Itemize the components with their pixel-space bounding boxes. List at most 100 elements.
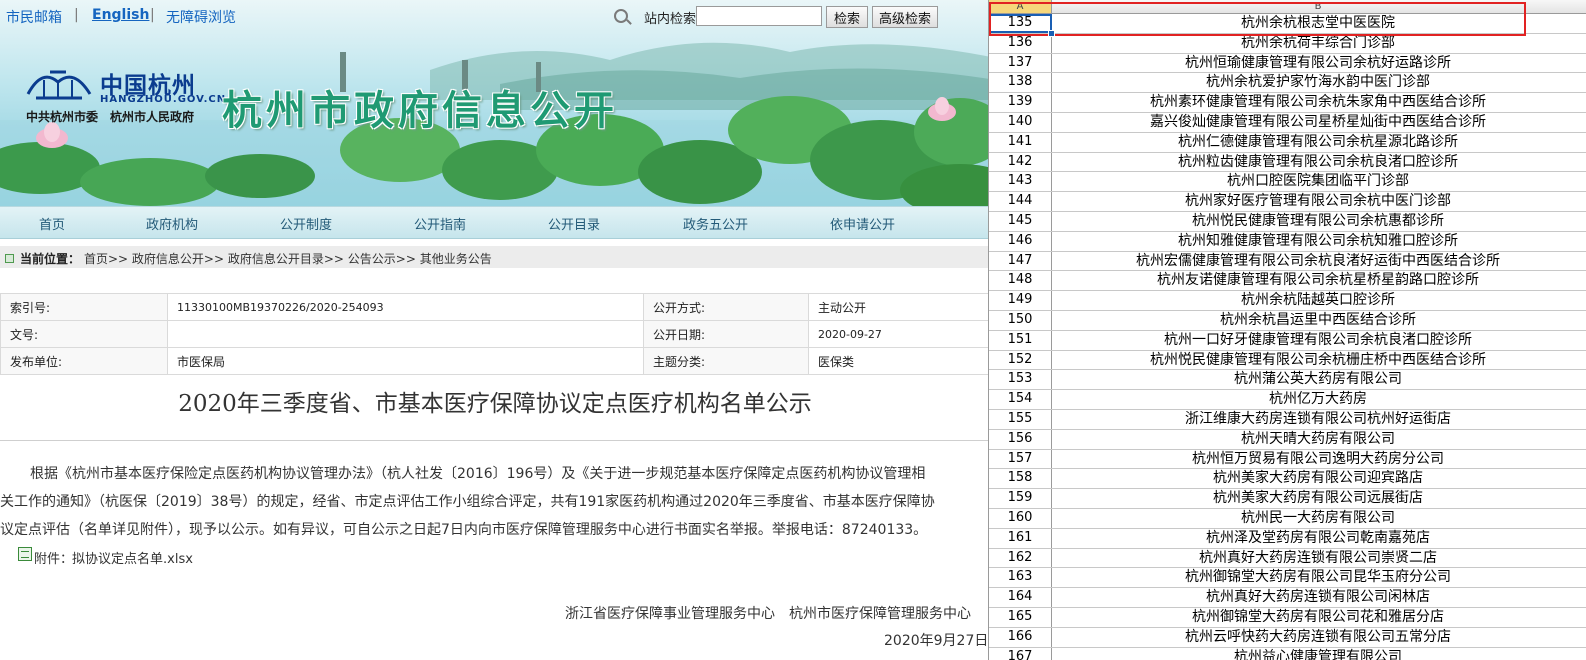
row-number-cell[interactable]: 157 [989,449,1052,469]
institution-name-cell[interactable]: 杭州真好大药房连锁有限公司崇贤二店 [1052,549,1584,568]
institution-name-cell[interactable]: 杭州余杭爱护家竹海水韵中医门诊部 [1052,73,1584,92]
sheet-row[interactable]: 166 杭州云呼快药大药房连锁有限公司五常分店 [989,627,1586,648]
sheet-row[interactable]: 140 嘉兴俊灿健康管理有限公司星桥星灿街中西医结合诊所 [989,112,1586,133]
sheet-row[interactable]: 153 杭州蒲公英大药房有限公司 [989,370,1586,391]
institution-name-cell[interactable]: 杭州美家大药房有限公司远展街店 [1052,489,1584,508]
institution-name-cell[interactable]: 杭州仁德健康管理有限公司余杭星源北路诊所 [1052,133,1584,152]
sheet-row[interactable]: 165 杭州御锦堂大药房有限公司花和雅居分店 [989,607,1586,628]
row-number-cell[interactable]: 150 [989,310,1052,330]
nav-on-request[interactable]: 依申请公开 [830,214,895,233]
row-number-cell[interactable]: 146 [989,231,1052,251]
advanced-search-button[interactable]: 高级检索 [872,6,938,28]
row-number-cell[interactable]: 144 [989,192,1052,211]
attachment-link[interactable]: 拟协议定点名单.xlsx [72,548,193,567]
institution-name-cell[interactable]: 杭州粒齿健康管理有限公司余杭良渚口腔诊所 [1052,153,1584,172]
row-number-cell[interactable]: 156 [989,429,1052,449]
row-number-cell[interactable]: 166 [989,627,1052,647]
row-number-cell[interactable]: 167 [989,647,1052,660]
institution-name-cell[interactable]: 嘉兴俊灿健康管理有限公司星桥星灿街中西医结合诊所 [1052,113,1584,132]
sheet-row[interactable]: 163 杭州御锦堂大药房有限公司昆华玉府分公司 [989,568,1586,589]
sheet-row[interactable]: 144 杭州家好医疗管理有限公司余杭中医门诊部 [989,192,1586,212]
institution-name-cell[interactable]: 杭州余杭陆越英口腔诊所 [1052,291,1584,310]
institution-name-cell[interactable]: 杭州悦民健康管理有限公司余杭栅庄桥中西医结合诊所 [1052,351,1584,370]
row-number-cell[interactable]: 158 [989,469,1052,489]
sheet-row[interactable]: 154 杭州亿万大药房 [989,390,1586,410]
citizen-mail-link[interactable]: 市民邮箱 [6,7,62,27]
row-number-cell[interactable]: 141 [989,132,1052,152]
sheet-row[interactable]: 162 杭州真好大药房连锁有限公司崇贤二店 [989,548,1586,569]
row-number-cell[interactable]: 162 [989,548,1052,568]
row-number-cell[interactable]: 151 [989,330,1052,350]
institution-name-cell[interactable]: 杭州余杭荷丰综合门诊部 [1052,34,1584,53]
sheet-row[interactable]: 164 杭州真好大药房连锁有限公司闲林店 [989,588,1586,608]
institution-name-cell[interactable]: 杭州恒瑜健康管理有限公司余杭好运路诊所 [1052,54,1584,73]
site-search-input[interactable] [696,6,822,26]
nav-home[interactable]: 首页 [39,214,65,233]
nav-disclosure-catalog[interactable]: 公开目录 [548,214,600,233]
institution-name-cell[interactable]: 杭州口腔医院集团临平门诊部 [1052,172,1584,191]
sheet-row[interactable]: 142 杭州粒齿健康管理有限公司余杭良渚口腔诊所 [989,152,1586,173]
nav-disclosure-rules[interactable]: 公开制度 [280,214,332,233]
sheet-row[interactable]: 160 杭州民一大药房有限公司 [989,508,1586,529]
institution-name-cell[interactable]: 杭州御锦堂大药房有限公司花和雅居分店 [1052,608,1584,627]
breadcrumb-path[interactable]: 首页>> 政府信息公开>> 政府信息公开目录>> 公告公示>> 其他业务公告 [84,250,492,267]
sheet-row[interactable]: 139 杭州素环健康管理有限公司余杭朱家角中西医结合诊所 [989,93,1586,113]
row-number-cell[interactable]: 148 [989,271,1052,291]
sheet-row[interactable]: 157 杭州恒万贸易有限公司逸明大药房分公司 [989,449,1586,470]
institution-name-cell[interactable]: 杭州一口好牙健康管理有限公司余杭良渚口腔诊所 [1052,331,1584,350]
sheet-row[interactable]: 152 杭州悦民健康管理有限公司余杭栅庄桥中西医结合诊所 [989,350,1586,371]
institution-name-cell[interactable]: 杭州美家大药房有限公司迎宾路店 [1052,469,1584,488]
row-number-cell[interactable]: 142 [989,152,1052,172]
row-number-cell[interactable]: 161 [989,528,1052,548]
institution-name-cell[interactable]: 杭州蒲公英大药房有限公司 [1052,370,1584,389]
institution-name-cell[interactable]: 杭州知雅健康管理有限公司余杭知雅口腔诊所 [1052,232,1584,251]
sheet-row[interactable]: 167 杭州益心健康管理有限公司 [989,647,1586,660]
row-number-cell[interactable]: 154 [989,390,1052,409]
sheet-row[interactable]: 145 杭州悦民健康管理有限公司余杭惠都诊所 [989,211,1586,232]
institution-name-cell[interactable]: 杭州云呼快药大药房连锁有限公司五常分店 [1052,628,1584,647]
sheet-row[interactable]: 158 杭州美家大药房有限公司迎宾路店 [989,469,1586,490]
sheet-row[interactable]: 159 杭州美家大药房有限公司远展街店 [989,489,1586,509]
accessibility-link[interactable]: 无障碍浏览 [166,7,236,27]
row-number-cell[interactable]: 147 [989,251,1052,271]
row-number-cell[interactable]: 152 [989,350,1052,370]
institution-name-cell[interactable]: 杭州宏儒健康管理有限公司余杭良渚好运街中西医结合诊所 [1052,252,1584,271]
sheet-row[interactable]: 136 杭州余杭荷丰综合门诊部 [989,33,1586,54]
sheet-row[interactable]: 143 杭州口腔医院集团临平门诊部 [989,172,1586,193]
row-number-cell[interactable]: 164 [989,588,1052,607]
row-number-cell[interactable]: 136 [989,33,1052,53]
sheet-row[interactable]: 156 杭州天晴大药房有限公司 [989,429,1586,450]
institution-name-cell[interactable]: 杭州家好医疗管理有限公司余杭中医门诊部 [1052,192,1584,211]
institution-name-cell[interactable]: 杭州素环健康管理有限公司余杭朱家角中西医结合诊所 [1052,93,1584,112]
sheet-row[interactable]: 150 杭州余杭昌运里中西医结合诊所 [989,310,1586,331]
institution-name-cell[interactable]: 杭州御锦堂大药房有限公司昆华玉府分公司 [1052,568,1584,587]
row-number-cell[interactable]: 145 [989,211,1052,231]
fill-handle[interactable] [1048,30,1055,37]
nav-disclosure-guide[interactable]: 公开指南 [414,214,466,233]
search-button[interactable]: 检索 [826,6,868,28]
sheet-row[interactable]: 146 杭州知雅健康管理有限公司余杭知雅口腔诊所 [989,231,1586,252]
institution-name-cell[interactable]: 杭州余杭昌运里中西医结合诊所 [1052,311,1584,330]
row-number-cell[interactable]: 149 [989,291,1052,310]
sheet-row[interactable]: 151 杭州一口好牙健康管理有限公司余杭良渚口腔诊所 [989,330,1586,351]
institution-name-cell[interactable]: 浙江维康大药房连锁有限公司杭州好运街店 [1052,410,1584,429]
sheet-row[interactable]: 137 杭州恒瑜健康管理有限公司余杭好运路诊所 [989,53,1586,74]
institution-name-cell[interactable]: 杭州恒万贸易有限公司逸明大药房分公司 [1052,450,1584,469]
sheet-row[interactable]: 149 杭州余杭陆越英口腔诊所 [989,291,1586,311]
sheet-row[interactable]: 141 杭州仁德健康管理有限公司余杭星源北路诊所 [989,132,1586,153]
sheet-row[interactable]: 155 浙江维康大药房连锁有限公司杭州好运街店 [989,409,1586,430]
institution-name-cell[interactable]: 杭州天晴大药房有限公司 [1052,430,1584,449]
sheet-row[interactable]: 148 杭州友诺健康管理有限公司余杭星桥星韵路口腔诊所 [989,271,1586,292]
row-number-cell[interactable]: 165 [989,607,1052,627]
row-number-cell[interactable]: 139 [989,93,1052,112]
institution-name-cell[interactable]: 杭州亿万大药房 [1052,390,1584,409]
nav-gov-agencies[interactable]: 政府机构 [146,214,198,233]
row-number-cell[interactable]: 159 [989,489,1052,508]
institution-name-cell[interactable]: 杭州民一大药房有限公司 [1052,509,1584,528]
institution-name-cell[interactable]: 杭州友诺健康管理有限公司余杭星桥星韵路口腔诊所 [1052,271,1584,290]
row-number-cell[interactable]: 163 [989,568,1052,588]
institution-name-cell[interactable]: 杭州悦民健康管理有限公司余杭惠都诊所 [1052,212,1584,231]
row-number-cell[interactable]: 160 [989,508,1052,528]
row-number-cell[interactable]: 137 [989,53,1052,73]
sheet-row[interactable]: 161 杭州泽及堂药房有限公司乾南嘉苑店 [989,528,1586,549]
